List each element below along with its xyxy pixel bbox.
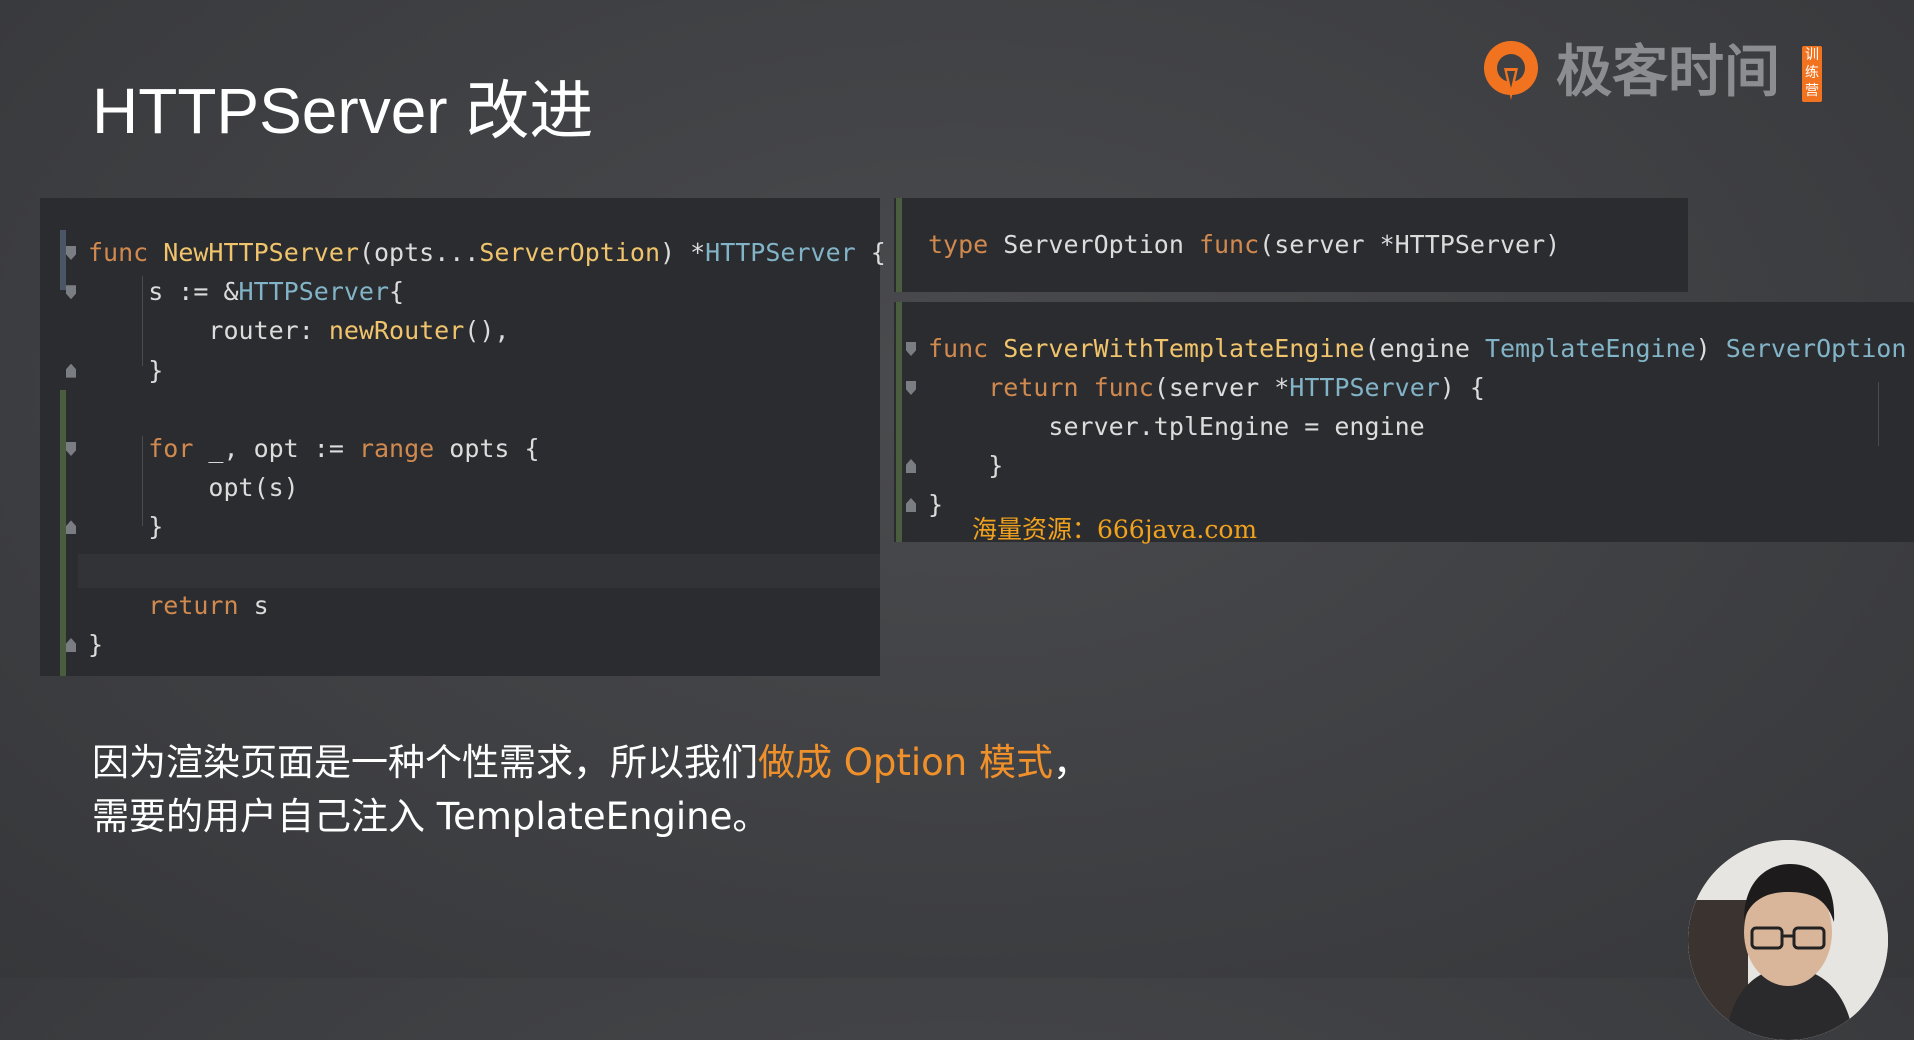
code-line: s := &HTTPServer{: [88, 275, 404, 309]
code-token: (server *HTTPServer): [1259, 230, 1561, 259]
indent-guide: [1878, 382, 1879, 446]
code-line: return func(server *HTTPServer) {: [928, 371, 1485, 405]
code-panel-server-with-template-engine: func ServerWithTemplateEngine(engine Tem…: [894, 302, 1914, 542]
code-token: }: [928, 490, 944, 519]
fold-start-marker[interactable]: [906, 342, 916, 356]
code-line: return s: [88, 589, 269, 623]
code-token: for: [148, 434, 194, 463]
code-token: range: [358, 434, 435, 463]
code-token: func: [928, 334, 989, 363]
code-token: router:: [88, 316, 329, 346]
code-line: func ServerWithTemplateEngine(engine Tem…: [928, 332, 1914, 366]
code-token: {: [389, 277, 405, 307]
code-token: {: [855, 238, 886, 267]
code-line: }: [88, 510, 163, 544]
geektime-logo-icon: [1484, 41, 1538, 100]
fold-start-marker[interactable]: [906, 381, 916, 395]
presenter-webcam: [1688, 840, 1888, 1040]
code-token: HTTPServer: [705, 238, 856, 267]
code-token: func: [1198, 230, 1260, 259]
brand-name: 极客时间: [1556, 40, 1780, 105]
code-token: return: [148, 590, 239, 620]
code-line: func NewHTTPServer(opts...ServerOption) …: [88, 236, 886, 270]
code-token: }: [88, 630, 104, 659]
code-token: s := &: [88, 277, 239, 307]
code-token: opts {: [434, 434, 540, 463]
fold-start-marker[interactable]: [66, 246, 76, 260]
fold-end-marker[interactable]: [66, 363, 76, 378]
code-line: }: [88, 354, 163, 388]
caption-text: 因为渲染页面是一种个性需求，所以我们: [92, 741, 758, 784]
code-token: HTTPServer: [1289, 373, 1440, 402]
code-token: _, opt :=: [193, 434, 359, 463]
code-line: }: [88, 628, 103, 662]
fold-start-marker[interactable]: [66, 285, 76, 300]
code-token: ) *: [660, 238, 706, 267]
change-marker: [896, 302, 902, 542]
fold-end-marker[interactable]: [66, 638, 76, 652]
code-token: {: [1906, 334, 1914, 363]
fold-end-marker[interactable]: [906, 459, 916, 473]
caption-line-2: 需要的用户自己注入 TemplateEngine。: [92, 795, 770, 838]
slide-caption: 因为渲染页面是一种个性需求，所以我们做成 Option 模式， 需要的用户自己注…: [92, 736, 1090, 844]
code-token: ServerOption: [479, 238, 660, 267]
code-token: }: [928, 451, 1004, 480]
code-line: server.tplEngine = engine: [928, 410, 1425, 444]
code-token: (engine: [1364, 334, 1485, 363]
slide-title: HTTPServer 改进: [92, 75, 594, 147]
code-token: ): [1695, 334, 1726, 363]
code-token: (server *: [1153, 373, 1290, 402]
code-token: newRouter: [328, 316, 465, 346]
fold-end-marker[interactable]: [906, 498, 916, 512]
code-token: NewHTTPServer: [163, 238, 359, 267]
code-line: router: newRouter(),: [88, 314, 509, 348]
code-token: func: [88, 238, 149, 267]
presenter-avatar-icon: [1688, 840, 1888, 1040]
code-line: opt(s): [88, 471, 299, 505]
code-line: type ServerOption func(server *HTTPServe…: [928, 228, 1560, 262]
code-token: ) {: [1439, 373, 1485, 402]
caption-line-1: 因为渲染页面是一种个性需求，所以我们做成 Option 模式，: [92, 736, 1090, 790]
watermark-text: 海量资源：666java.com: [972, 515, 1258, 544]
code-token: opt(s): [88, 473, 299, 503]
code-token: ServerWithTemplateEngine: [1003, 334, 1365, 363]
code-token: type: [928, 230, 989, 259]
code-line: }: [928, 488, 943, 522]
code-token: server.tplEngine = engine: [928, 412, 1425, 441]
caption-text: ，: [1053, 741, 1091, 784]
code-token: s: [238, 590, 269, 620]
code-panel-new-http-server: func NewHTTPServer(opts...ServerOption) …: [40, 198, 886, 676]
current-line-highlight: [78, 554, 880, 588]
code-token: }: [88, 512, 164, 542]
code-token: (),: [464, 316, 510, 346]
code-token: func: [1093, 373, 1154, 402]
code-token: TemplateEngine: [1484, 334, 1696, 363]
code-token: }: [88, 355, 164, 385]
code-token: (opts...: [358, 238, 480, 267]
change-marker: [896, 198, 902, 292]
code-token: ServerOption: [988, 230, 1199, 259]
fold-end-marker[interactable]: [66, 520, 76, 535]
code-token: return: [988, 373, 1079, 402]
fold-start-marker[interactable]: [66, 442, 76, 456]
code-token: HTTPServer: [238, 277, 390, 307]
brand-badge: 训练营: [1802, 46, 1822, 102]
caption-highlight: 做成 Option 模式: [758, 741, 1054, 784]
change-marker: [60, 230, 66, 290]
code-line: }: [928, 449, 1003, 483]
code-panel-server-option-type: type ServerOption func(server *HTTPServe…: [894, 198, 1688, 292]
code-line: for _, opt := range opts {: [88, 432, 540, 466]
change-marker: [60, 390, 66, 676]
code-token: ServerOption: [1725, 334, 1907, 363]
